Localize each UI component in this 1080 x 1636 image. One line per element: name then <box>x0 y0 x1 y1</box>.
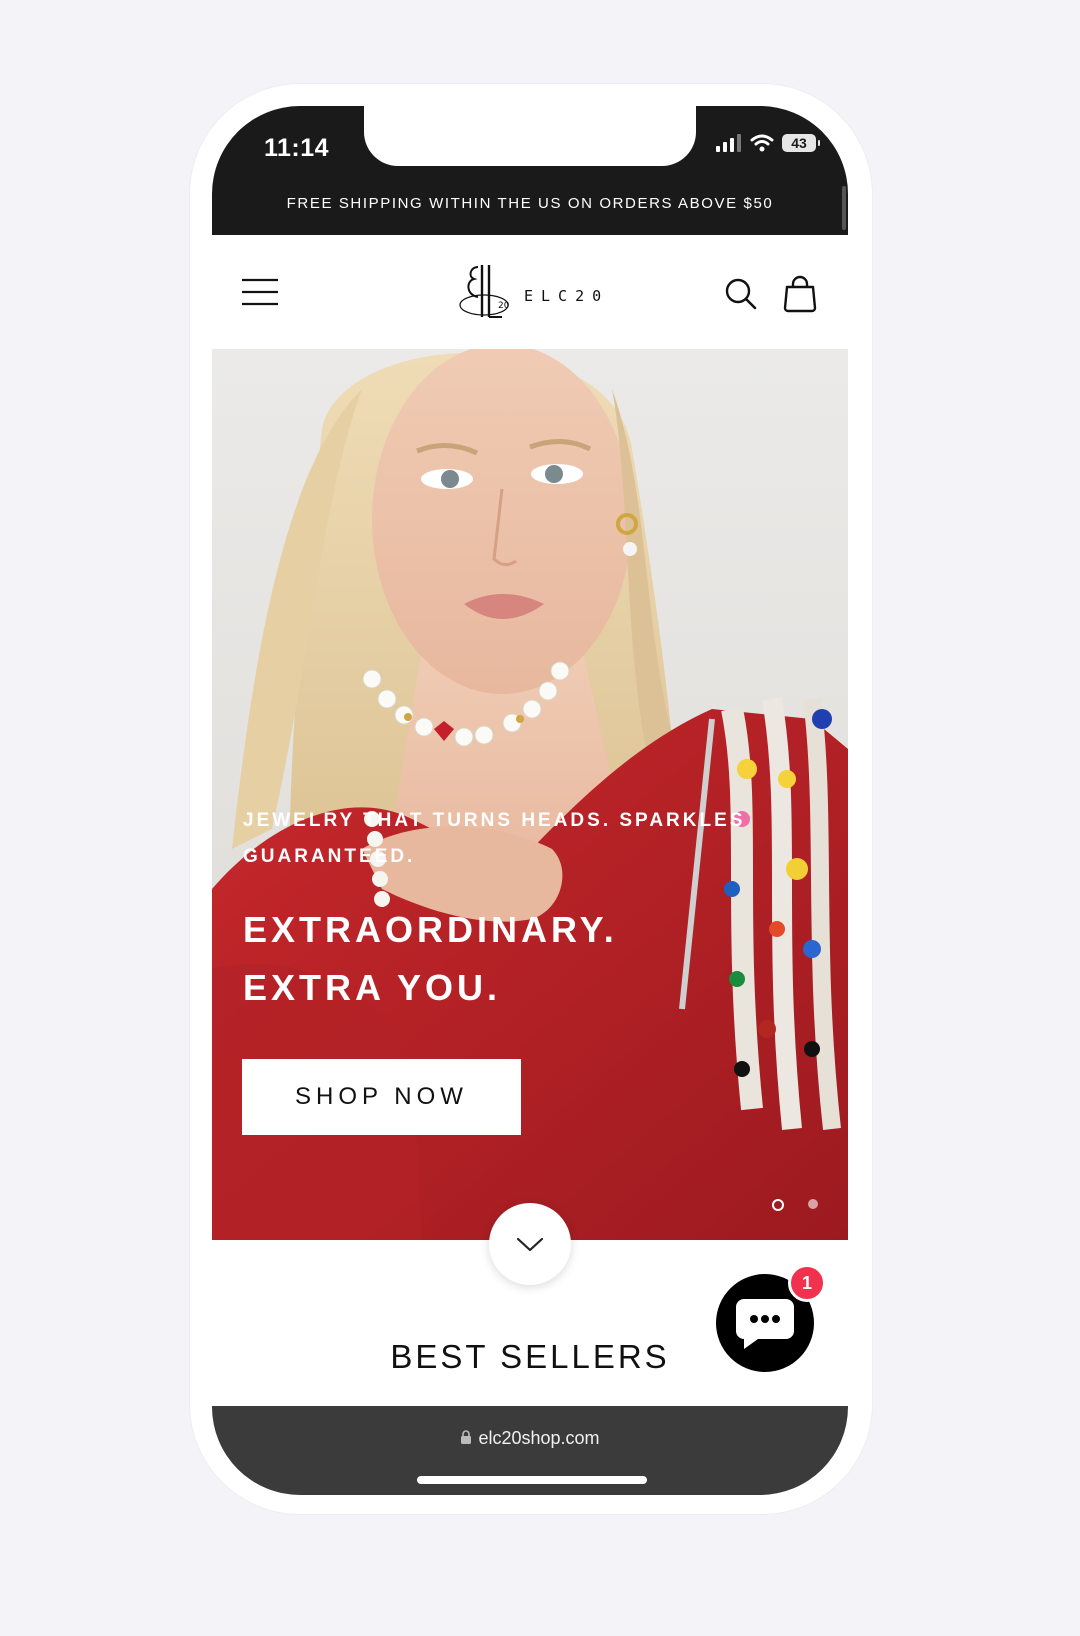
cellular-signal-icon <box>716 134 741 152</box>
home-indicator[interactable] <box>417 1476 647 1484</box>
scroll-down-button[interactable] <box>489 1203 571 1285</box>
url-text: elc20shop.com <box>478 1428 600 1448</box>
phone-screen: 11:14 43 FREE SHIPPING WITHIN THE US ON … <box>212 106 848 1495</box>
svg-text:20: 20 <box>498 301 510 311</box>
search-button[interactable] <box>724 277 758 311</box>
logo-text: ELC20 <box>524 287 610 305</box>
hero-heading-line2: EXTRA YOU. <box>243 967 502 1008</box>
shop-now-button[interactable]: SHOP NOW <box>242 1059 521 1135</box>
cart-button[interactable] <box>782 275 818 313</box>
menu-button[interactable] <box>240 275 280 309</box>
chevron-down-icon <box>516 1237 544 1252</box>
status-bar: 11:14 43 <box>212 106 848 182</box>
battery-icon: 43 <box>782 134 820 152</box>
hero-eyebrow: JEWELRY THAT TURNS HEADS. SPARKLES GUARA… <box>243 810 746 867</box>
announcement-bar: FREE SHIPPING WITHIN THE US ON ORDERS AB… <box>212 182 848 235</box>
url-display[interactable]: elc20shop.com <box>212 1428 848 1449</box>
site-header: 20 ELC20 <box>212 235 848 350</box>
chat-notification-badge: 1 <box>788 1264 826 1302</box>
search-icon <box>725 278 757 310</box>
notch <box>364 106 696 166</box>
logo-monogram: 20 <box>459 265 510 318</box>
chat-bubble-icon <box>736 1299 794 1349</box>
hero-heading-line1: EXTRAORDINARY. <box>243 909 618 950</box>
slide-dot-1[interactable] <box>772 1199 784 1211</box>
status-icons: 43 <box>716 134 820 152</box>
hamburger-menu-icon <box>242 278 278 306</box>
slide-dots <box>772 1199 818 1211</box>
brand-logo[interactable]: 20 ELC20 <box>456 261 612 323</box>
shopping-bag-icon <box>783 275 817 313</box>
lock-icon <box>461 1430 472 1444</box>
status-time: 11:14 <box>264 134 330 162</box>
hero-banner[interactable]: JEWELRY THAT TURNS HEADS. SPARKLES GUARA… <box>212 349 848 1240</box>
hero-heading: EXTRAORDINARY. EXTRA YOU. <box>243 901 803 1017</box>
slide-dot-2[interactable] <box>808 1199 818 1209</box>
browser-url-bar[interactable]: elc20shop.com <box>212 1406 848 1495</box>
scroll-indicator <box>842 186 846 230</box>
wifi-icon <box>750 134 774 152</box>
